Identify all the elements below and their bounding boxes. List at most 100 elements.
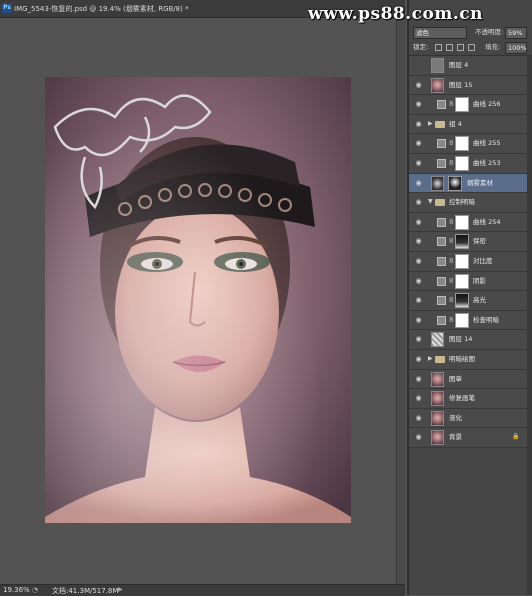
visibility-eye-icon[interactable] <box>414 61 423 70</box>
layer-thumbnail[interactable] <box>431 175 444 191</box>
visibility-eye-icon[interactable]: ◉ <box>414 375 423 384</box>
layer-mask-thumbnail[interactable] <box>455 273 469 289</box>
layer-mask-thumbnail[interactable] <box>455 293 469 309</box>
link-chain-icon[interactable]: 8 <box>449 316 453 324</box>
visibility-eye-icon[interactable]: ◉ <box>414 159 423 168</box>
layer-row[interactable]: ◉ 8 保密 <box>409 232 527 252</box>
layer-name[interactable]: 明暗绘图 <box>449 354 475 365</box>
lock-position-icon[interactable] <box>457 44 464 51</box>
layer-row[interactable]: ◉ 8 曲线 255 <box>409 134 527 154</box>
fill-input[interactable]: 100% <box>505 42 527 54</box>
layer-thumbnail[interactable] <box>431 332 444 348</box>
layer-thumbnail[interactable] <box>431 77 444 93</box>
layer-row[interactable]: ◉ 8 高光 <box>409 291 527 311</box>
link-chain-icon[interactable]: 8 <box>449 139 453 147</box>
visibility-eye-icon[interactable]: ◉ <box>414 218 423 227</box>
layer-row[interactable]: ◉ 8 检查明暗 <box>409 310 527 331</box>
layer-row[interactable]: ◉ 8 曲线 253 <box>409 153 527 174</box>
layer-name[interactable]: 保密 <box>473 236 486 247</box>
layer-name[interactable]: 曲线 253 <box>473 158 500 169</box>
layer-mask-thumbnail[interactable] <box>455 155 469 171</box>
layer-name[interactable]: 图层 15 <box>449 80 472 91</box>
visibility-eye-icon[interactable]: ◉ <box>414 277 423 286</box>
opacity-input[interactable]: 59% <box>505 27 527 39</box>
lock-pixels-icon[interactable] <box>446 44 453 51</box>
layer-thumbnail[interactable] <box>431 58 444 73</box>
collapse-arrow-icon[interactable]: ▼ <box>428 198 433 205</box>
layer-thumbnail[interactable] <box>431 371 444 387</box>
layer-name[interactable]: 曲线 254 <box>473 217 500 228</box>
visibility-eye-icon[interactable]: ◉ <box>414 139 423 148</box>
layer-row[interactable]: ◉ 8 曲线 256 <box>409 95 527 115</box>
lock-all-icon[interactable] <box>468 44 475 51</box>
layer-mask-thumbnail[interactable] <box>455 312 469 328</box>
visibility-eye-icon[interactable]: ◉ <box>414 316 423 325</box>
layer-name[interactable]: 液化 <box>449 413 462 424</box>
layer-name[interactable]: 背景 <box>449 432 462 443</box>
visibility-eye-icon[interactable]: ◉ <box>414 257 423 266</box>
visibility-eye-icon[interactable]: ◉ <box>414 335 423 344</box>
blend-mode-select[interactable]: 滤色 <box>413 27 467 39</box>
visibility-eye-icon[interactable]: ◉ <box>414 100 423 109</box>
status-menu-arrow-icon[interactable]: ▶ <box>118 586 123 593</box>
layer-row[interactable]: ◉ 8 对比度 <box>409 251 527 272</box>
visibility-eye-icon[interactable]: ◉ <box>414 120 423 129</box>
layer-row[interactable]: ◉ 图层 15 <box>409 75 527 96</box>
layer-thumbnail[interactable] <box>431 430 444 446</box>
layer-row[interactable]: ◉ ▼ 控制明暗 <box>409 193 527 213</box>
layer-name[interactable]: 图层 14 <box>449 334 472 345</box>
layer-row[interactable]: ◉ ▶ 明暗绘图 <box>409 349 527 370</box>
layer-name[interactable]: 图章 <box>449 374 462 385</box>
layer-name[interactable]: 烟雾素材 <box>467 178 493 189</box>
layer-row[interactable]: ◉ 修复画笔 <box>409 389 527 409</box>
link-chain-icon[interactable]: 8 <box>449 159 453 167</box>
visibility-eye-icon[interactable]: ◉ <box>414 198 423 207</box>
link-chain-icon[interactable]: 8 <box>449 257 453 265</box>
layer-mask-thumbnail[interactable] <box>455 136 469 152</box>
layer-thumbnail[interactable] <box>431 410 444 426</box>
layer-mask-thumbnail[interactable] <box>455 253 469 269</box>
visibility-eye-icon[interactable]: ◉ <box>414 394 423 403</box>
visibility-eye-icon[interactable]: ◉ <box>414 81 423 90</box>
layer-name[interactable]: 图层 4 <box>449 60 468 71</box>
layer-name[interactable]: 曲线 255 <box>473 138 500 149</box>
info-icon[interactable]: ◔ <box>32 586 38 594</box>
layer-row[interactable]: ◉ 液化 <box>409 408 527 429</box>
layer-row[interactable]: ◉ ▶ 组 4 <box>409 114 527 135</box>
layer-row[interactable]: 图层 4 <box>409 56 527 76</box>
layers-scrollbar[interactable] <box>527 56 532 595</box>
link-chain-icon[interactable]: 8 <box>449 237 453 245</box>
layer-name[interactable]: 修复画笔 <box>449 393 475 404</box>
layer-thumbnail[interactable] <box>431 391 444 407</box>
visibility-eye-icon[interactable]: ◉ <box>414 433 423 442</box>
link-chain-icon[interactable]: 8 <box>449 277 453 285</box>
link-chain-icon[interactable]: 8 <box>449 218 453 226</box>
link-chain-icon[interactable]: 8 <box>449 296 453 304</box>
layer-mask-thumbnail[interactable] <box>448 175 462 191</box>
layer-name[interactable]: 检查明暗 <box>473 315 499 326</box>
layer-row[interactable]: ◉ 图层 14 <box>409 330 527 350</box>
visibility-eye-icon[interactable]: ◉ <box>414 296 423 305</box>
layer-row[interactable]: ◉ 8 阴影 <box>409 271 527 292</box>
layer-row[interactable]: ◉ 背景 🔒 <box>409 428 527 448</box>
layer-name[interactable]: 对比度 <box>473 256 493 267</box>
link-chain-icon[interactable]: 8 <box>449 100 453 108</box>
layer-name[interactable]: 高光 <box>473 295 486 306</box>
layer-name[interactable]: 曲线 256 <box>473 99 500 110</box>
layer-name[interactable]: 组 4 <box>449 119 462 130</box>
layer-row[interactable]: ◉ 8 曲线 254 <box>409 212 527 233</box>
layer-mask-thumbnail[interactable] <box>455 214 469 230</box>
layer-row[interactable]: ◉ 图章 <box>409 369 527 390</box>
visibility-eye-icon[interactable]: ◉ <box>414 414 423 423</box>
layer-name[interactable]: 控制明暗 <box>449 197 475 208</box>
zoom-level[interactable]: 19.36% <box>3 586 30 594</box>
layer-mask-thumbnail[interactable] <box>455 97 469 113</box>
layer-mask-thumbnail[interactable] <box>455 234 469 250</box>
expand-arrow-icon[interactable]: ▶ <box>428 120 433 127</box>
canvas-vertical-scrollbar[interactable] <box>396 18 406 584</box>
visibility-eye-icon[interactable]: ◉ <box>414 355 423 364</box>
layer-row[interactable]: ◉ 烟雾素材 <box>409 173 527 194</box>
visibility-eye-icon[interactable]: ◉ <box>414 179 423 188</box>
expand-arrow-icon[interactable]: ▶ <box>428 355 433 362</box>
layer-name[interactable]: 阴影 <box>473 276 486 287</box>
